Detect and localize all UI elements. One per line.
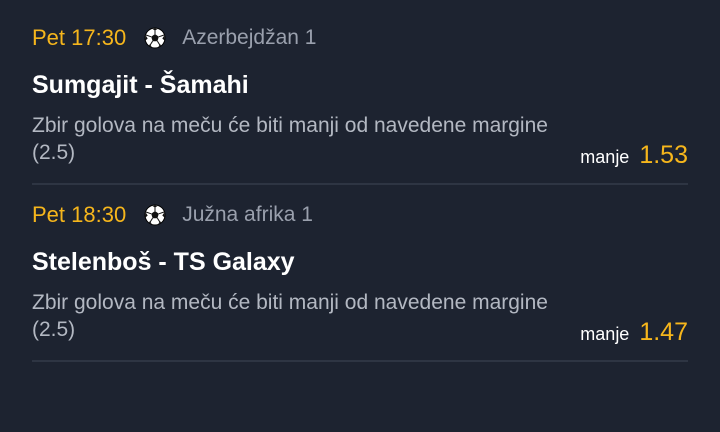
league-name: Azerbejdžan 1 (182, 26, 317, 49)
bet-row: Zbir golova na meču će biti manji od nav… (32, 289, 688, 349)
soccer-ball-icon (144, 204, 166, 226)
odd-value: 1.53 (639, 141, 688, 169)
divider (32, 183, 688, 185)
match-card[interactable]: Pet 18:30 Južna afrika 1 Stelenboš - TS … (32, 199, 688, 349)
selection-label: manje (580, 147, 630, 167)
match-card[interactable]: Pet 17:30 Azerbejdžan 1 Sumgajit - Šamah… (32, 22, 688, 172)
match-teams: Stelenboš - TS Galaxy (32, 248, 295, 276)
match-time: Pet 17:30 (32, 25, 127, 50)
match-meta: Pet 18:30 Južna afrika 1 (32, 199, 688, 231)
match-teams: Sumgajit - Šamahi (32, 71, 249, 99)
divider (32, 360, 688, 362)
selection-label: manje (580, 324, 630, 344)
soccer-ball-icon (144, 27, 166, 49)
market-description: Zbir golova na meču će biti manji od nav… (32, 114, 548, 164)
odd-button[interactable]: manje 1.53 (580, 141, 688, 170)
market-description: Zbir golova na meču će biti manji od nav… (32, 291, 548, 341)
match-meta: Pet 17:30 Azerbejdžan 1 (32, 22, 688, 54)
league-name: Južna afrika 1 (182, 203, 313, 226)
odd-button[interactable]: manje 1.47 (580, 318, 688, 347)
bet-row: Zbir golova na meču će biti manji od nav… (32, 112, 688, 172)
match-time: Pet 18:30 (32, 202, 127, 227)
odd-value: 1.47 (639, 318, 688, 346)
